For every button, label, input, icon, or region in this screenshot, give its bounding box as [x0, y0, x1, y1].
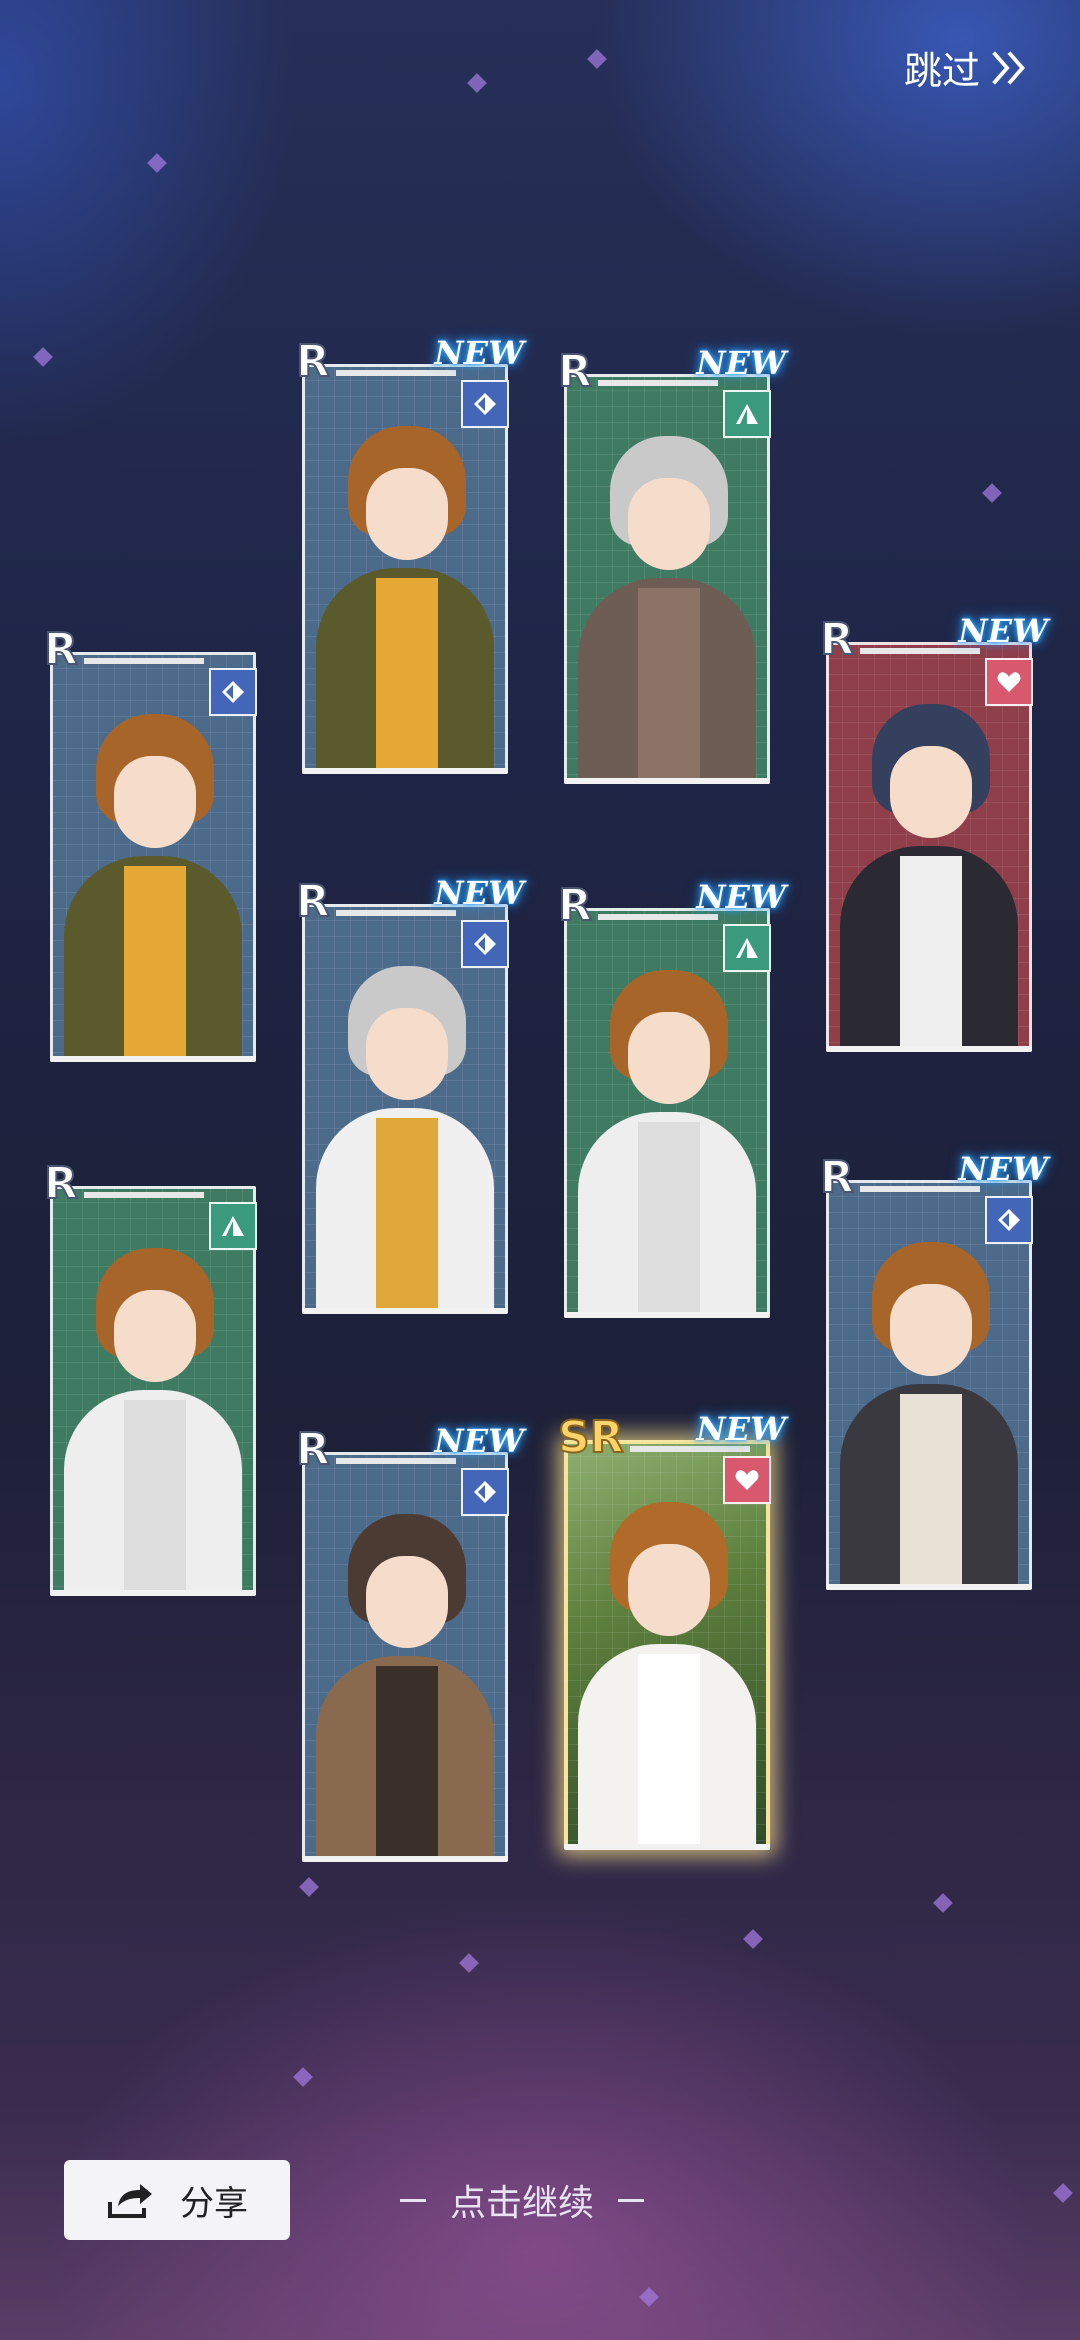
rarity-label: R [819, 614, 855, 665]
new-tag: NEW [958, 612, 1048, 650]
sparkle [743, 1929, 763, 1949]
new-tag: NEW [434, 334, 524, 372]
heart-icon [985, 658, 1033, 706]
tri-icon [723, 390, 771, 438]
rarity-label: R [295, 336, 331, 387]
sparkle [459, 1953, 479, 1973]
rarity-label: R [557, 346, 593, 397]
character-illustration [50, 696, 256, 1056]
sparkle [587, 49, 607, 69]
heart-icon [723, 1456, 771, 1504]
rarity-badge: R [819, 614, 980, 665]
sparkle [467, 73, 487, 93]
tri-icon [723, 924, 771, 972]
character-illustration [302, 408, 508, 768]
wit-icon [461, 380, 509, 428]
rarity-label: R [557, 880, 593, 931]
rarity-badge: R [557, 880, 718, 931]
sparkle [299, 1877, 319, 1897]
rarity-badge: R [43, 1158, 204, 1209]
new-tag: NEW [434, 874, 524, 912]
new-tag: NEW [696, 878, 786, 916]
rarity-label: SR [557, 1412, 625, 1463]
sparkle [33, 347, 53, 367]
character-illustration [564, 952, 770, 1312]
share-icon [108, 2184, 152, 2218]
rarity-label: R [295, 1424, 331, 1475]
rarity-badge: R [819, 1152, 980, 1203]
wit-icon [985, 1196, 1033, 1244]
character-illustration [564, 1484, 770, 1844]
tap-to-continue[interactable]: 点击继续 [400, 2174, 645, 2226]
rarity-label: R [43, 624, 79, 675]
sparkle [1053, 2183, 1073, 2203]
rarity-label: R [43, 1158, 79, 1209]
double-chevron-right-icon [992, 50, 1025, 85]
continue-label: 点击继续 [450, 2182, 595, 2223]
rarity-badge: R [295, 1424, 456, 1475]
sparkle [147, 153, 167, 173]
wit-icon [461, 920, 509, 968]
character-illustration [826, 1224, 1032, 1584]
rarity-badge: R [295, 876, 456, 927]
sparkle [933, 1893, 953, 1913]
character-illustration [302, 1496, 508, 1856]
skip-label: 跳过 [903, 51, 980, 93]
wit-icon [461, 1468, 509, 1516]
rarity-label: R [819, 1152, 855, 1203]
share-button[interactable]: 分享 [64, 2160, 290, 2240]
sparkle [639, 2287, 659, 2307]
new-tag: NEW [958, 1150, 1048, 1188]
character-illustration [302, 948, 508, 1308]
character-illustration [50, 1230, 256, 1590]
rarity-badge: R [43, 624, 204, 675]
skip-button[interactable]: 跳过 [904, 40, 1032, 95]
new-tag: NEW [696, 1410, 786, 1448]
character-illustration [564, 418, 770, 778]
wit-icon [209, 668, 257, 716]
rarity-badge: R [557, 346, 718, 397]
tri-icon [209, 1202, 257, 1250]
rarity-label: R [295, 876, 331, 927]
new-tag: NEW [696, 344, 786, 382]
character-illustration [826, 686, 1032, 1046]
share-label: 分享 [180, 2184, 248, 2223]
sparkle [982, 483, 1002, 503]
sparkle [293, 2067, 313, 2087]
new-tag: NEW [434, 1422, 524, 1460]
rarity-badge: R [295, 336, 456, 387]
